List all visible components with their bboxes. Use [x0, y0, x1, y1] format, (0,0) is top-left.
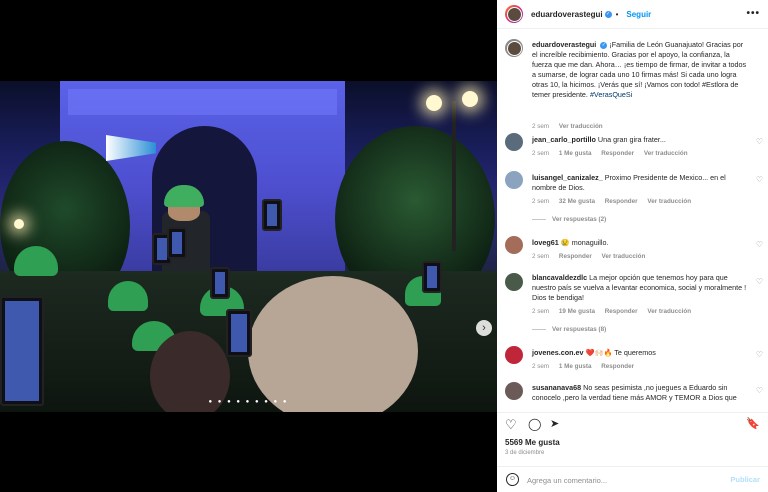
comment-translate-link[interactable]: Ver traducción [647, 198, 691, 205]
comment-time: 2 sem [532, 308, 550, 315]
view-replies-link[interactable]: Ver respuestas (8) [532, 326, 606, 333]
comment-reply-button[interactable]: Responder [601, 150, 634, 157]
publish-button[interactable]: Publicar [730, 475, 760, 484]
comment-username[interactable]: jean_carlo_portillo [532, 135, 596, 144]
crowd-phone [422, 261, 442, 293]
share-icon[interactable]: ➤ [550, 417, 559, 430]
comment-translate-link[interactable]: Ver traducción [644, 150, 688, 157]
comment-likes[interactable]: 32 Me gusta [559, 198, 595, 205]
comment-username[interactable]: susananava68 [532, 383, 581, 392]
comment-translate-link[interactable]: Ver traducción [647, 308, 691, 315]
comment-text: ❤️🙌🏻🔥 Te queremos [585, 348, 656, 357]
comment-time: 2 sem [532, 363, 550, 370]
comment-username[interactable]: jovenes.con.ev [532, 348, 584, 357]
comments-scroll[interactable]: eduardoverastegui ✓ ¡Familia de León Gua… [497, 30, 768, 412]
post-actions: ♡ ◯ ➤ 🔖 [497, 412, 768, 436]
comment-input[interactable] [527, 474, 717, 486]
comment-reply-button[interactable]: Responder [605, 198, 638, 205]
more-options-icon[interactable]: ••• [746, 8, 760, 19]
crowd-phone [210, 267, 230, 299]
lamp-glow [14, 219, 24, 229]
caption-time: 2 sem [532, 123, 550, 130]
comment-username[interactable]: blancavaldezdlc [532, 273, 587, 282]
comment-reply-button[interactable]: Responder [605, 308, 638, 315]
author-username[interactable]: eduardoverastegui [531, 10, 603, 19]
street-lamp [452, 101, 456, 251]
caption-username[interactable]: eduardoverastegui [532, 40, 596, 49]
verified-icon: ✓ [600, 41, 608, 49]
crowd-phone [0, 296, 44, 406]
crowd-phone [226, 309, 252, 357]
comment-username[interactable]: luisangel_canizalez_ [532, 173, 603, 182]
comment-reply-button[interactable]: Responder [559, 253, 592, 260]
comment-avatar[interactable] [505, 346, 523, 364]
comment-avatar[interactable] [505, 133, 523, 151]
arch-band [68, 89, 337, 115]
like-heart-icon[interactable]: ♡ [505, 417, 517, 433]
post-panel: eduardoverastegui ✓ • Seguir ••• eduardo… [497, 0, 768, 492]
caption-translate-link[interactable]: Ver traducción [559, 123, 603, 130]
comment-composer: ☺ Publicar [497, 466, 768, 492]
comment-avatar[interactable] [505, 382, 523, 400]
verified-icon: ✓ [604, 10, 612, 18]
header-separator: • [615, 9, 619, 19]
comment-like-heart-icon[interactable]: ♡ [756, 240, 763, 249]
comment-like-heart-icon[interactable]: ♡ [756, 175, 763, 184]
comment-avatar[interactable] [505, 273, 523, 291]
carousel-dots: ● ● ● ● ● ● ● ● ● [208, 399, 289, 405]
carousel-next-icon[interactable]: › [476, 320, 492, 336]
author-avatar[interactable] [505, 5, 523, 23]
view-replies-link[interactable]: Ver respuestas (2) [532, 216, 606, 223]
comment-icon[interactable]: ◯ [528, 417, 541, 431]
follow-button[interactable]: Seguir [626, 10, 651, 19]
caption-hashtag[interactable]: #VerasQueSi [590, 90, 632, 99]
caption-avatar[interactable] [505, 39, 523, 57]
comment-avatar[interactable] [505, 236, 523, 254]
crowd-phone [262, 199, 282, 231]
comment-text: 😢 monaguillo. [560, 238, 609, 247]
comment-likes[interactable]: 19 Me gusta [559, 308, 595, 315]
comment-username[interactable]: loveg61 [532, 238, 559, 247]
crowd-phone [167, 227, 187, 259]
comment-likes[interactable]: 1 Me gusta [559, 363, 592, 370]
comment-like-heart-icon[interactable]: ♡ [756, 277, 763, 286]
likes-count[interactable]: 5569 Me gusta [505, 438, 560, 447]
lamp-glow [462, 91, 478, 107]
comment-text: Una gran gira frater... [597, 135, 666, 144]
comment-time: 2 sem [532, 253, 550, 260]
comment-like-heart-icon[interactable]: ♡ [756, 386, 763, 395]
save-bookmark-icon[interactable]: 🔖 [746, 417, 760, 430]
emoji-icon[interactable]: ☺ [506, 473, 519, 486]
comment-time: 2 sem [532, 198, 550, 205]
post-photo[interactable]: › [0, 81, 497, 412]
comment-time: 2 sem [532, 150, 550, 157]
comment-avatar[interactable] [505, 171, 523, 189]
comment-reply-button[interactable]: Responder [601, 363, 634, 370]
post-date: 3 de diciembre [505, 450, 545, 456]
post-media: › ● ● ● ● ● ● ● ● ● [0, 0, 497, 492]
lamp-glow [426, 95, 442, 111]
comment-like-heart-icon[interactable]: ♡ [756, 137, 763, 146]
post-header: eduardoverastegui ✓ • Seguir ••• [497, 0, 768, 29]
comment-like-heart-icon[interactable]: ♡ [756, 350, 763, 359]
speaker-cap [164, 185, 204, 207]
comment-translate-link[interactable]: Ver traducción [602, 253, 646, 260]
comment-likes[interactable]: 1 Me gusta [559, 150, 592, 157]
